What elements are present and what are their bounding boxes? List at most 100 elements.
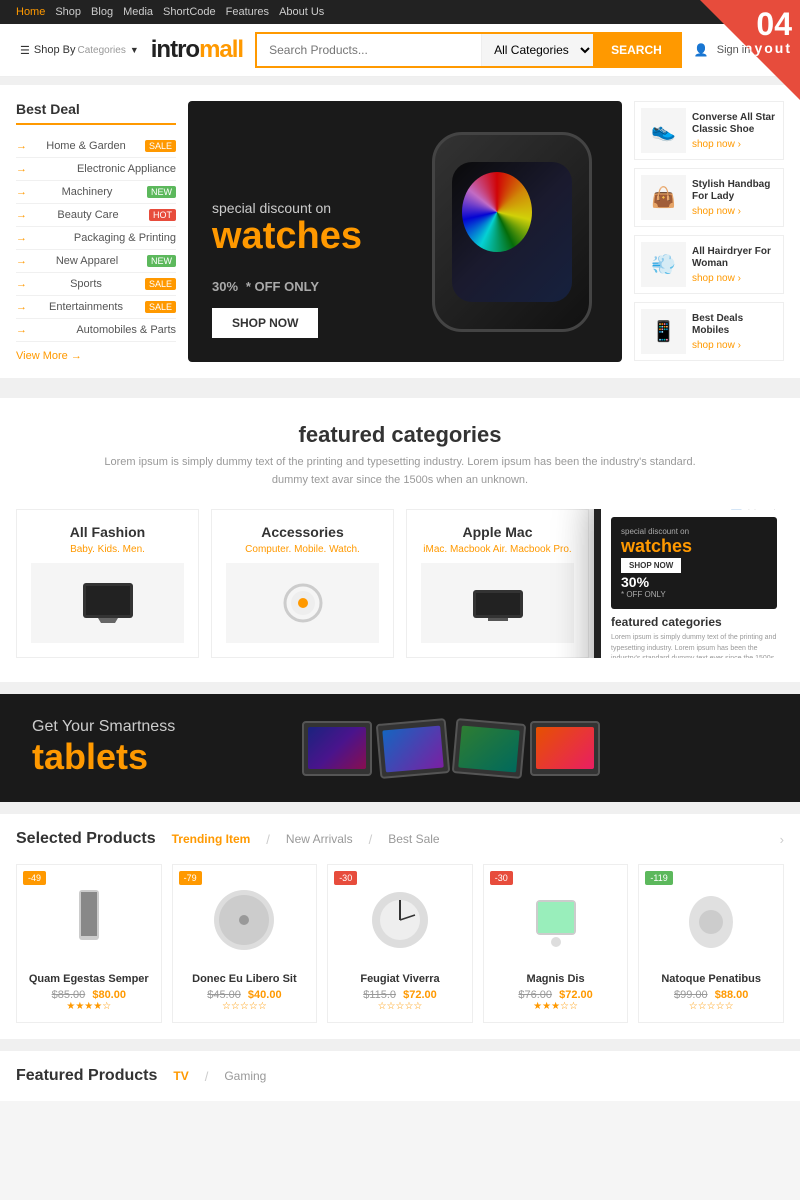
sidebar-badge: SALE [145, 301, 176, 313]
hero-title: watches [212, 216, 362, 258]
sidebar-item[interactable]: →Beauty CareHOT [16, 204, 176, 227]
sidebar-item[interactable]: →MachineryNEW [16, 181, 176, 204]
sidebar-item[interactable]: →Electronic Appliance [16, 158, 176, 181]
product-image [338, 875, 462, 965]
tab-tv[interactable]: TV [173, 1069, 188, 1083]
sidebar-item[interactable]: →Packaging & Printing [16, 227, 176, 250]
tab-gaming[interactable]: Gaming [224, 1069, 266, 1083]
category-select[interactable]: All Categories [481, 34, 593, 66]
phone-banner-small: special discount on [621, 527, 767, 536]
product-stars: ☆☆☆☆☆ [183, 1001, 307, 1012]
nav-home[interactable]: Home [16, 6, 45, 18]
sidebar-item[interactable]: →SportsSALE [16, 273, 176, 296]
nav-shortcode[interactable]: ShortCode [163, 6, 216, 18]
phone-featured-title: featured categories [611, 615, 777, 629]
search-bar: All Categories SEARCH [255, 32, 682, 68]
category-card[interactable]: All Fashion Baby. Kids. Men. [16, 509, 199, 658]
product-name: Feugiat Viverra [338, 973, 462, 985]
hero-product-image: 👜 [641, 175, 686, 220]
nav-blog[interactable]: Blog [91, 6, 113, 18]
sidebar-arrow: → [16, 186, 27, 198]
product-price: $99.00 $88.00 [649, 989, 773, 1001]
search-button[interactable]: SEARCH [593, 34, 680, 66]
product-card[interactable]: -30 Feugiat Viverra $115.0 $72.00 ☆☆☆☆☆ [327, 864, 473, 1023]
tab-best-sale[interactable]: Best Sale [388, 832, 439, 846]
sidebar-arrow: → [16, 140, 27, 152]
hero-product-link[interactable]: shop now › [692, 206, 777, 217]
product-name: Natoque Penatibus [649, 973, 773, 985]
search-input[interactable] [257, 34, 481, 66]
tab-trending[interactable]: Trending Item [172, 832, 251, 846]
hero-banner-content: special discount on watches 30% * OFF ON… [188, 176, 386, 362]
hero-product-item[interactable]: 👟 Converse All Star Classic Shoe shop no… [634, 101, 784, 160]
sidebar-arrow: → [16, 255, 27, 267]
featured-products-header: Featured Products TV / Gaming [16, 1067, 784, 1085]
new-price: $40.00 [248, 989, 282, 1001]
product-card[interactable]: -49 Quam Egestas Semper $85.00 $80.00 ★★… [16, 864, 162, 1023]
hero-product-image: 👟 [641, 108, 686, 153]
hero-product-item[interactable]: 📱 Best Deals Mobiles shop now › [634, 302, 784, 361]
old-price: $85.00 [52, 989, 86, 1001]
new-price: $88.00 [715, 989, 749, 1001]
chevron-down-icon: ▼ [130, 45, 139, 55]
layout-text: Layout [734, 40, 792, 56]
sidebar-item-label: Entertainments [49, 301, 123, 313]
new-price: $80.00 [92, 989, 126, 1001]
header: ☰ Shop By Categories ▼ intromall All Cat… [0, 24, 800, 77]
hero-product-info: Best Deals Mobiles shop now › [692, 313, 777, 351]
shop-by-button[interactable]: ☰ Shop By Categories ▼ [16, 44, 139, 57]
menu-icon: ☰ [20, 44, 30, 57]
layout-number: 04 [756, 8, 792, 40]
hero-product-link[interactable]: shop now › [692, 139, 777, 150]
phone-shop-now[interactable]: SHOP NOW [621, 558, 681, 573]
product-badge: -119 [645, 871, 672, 885]
old-price: $99.00 [674, 989, 708, 1001]
category-card[interactable]: Apple Mac iMac. Macbook Air. Macbook Pro… [406, 509, 589, 658]
product-card[interactable]: -79 Donec Eu Libero Sit $45.00 $40.00 ☆☆… [172, 864, 318, 1023]
top-nav-links[interactable]: Home Shop Blog Media ShortCode Features About … [16, 6, 334, 18]
sidebar-badge: NEW [147, 186, 176, 198]
hero-banner: special discount on watches 30% * OFF ON… [188, 101, 622, 362]
product-card[interactable]: -30 Magnis Dis $76.00 $72.00 ★★★☆☆ [483, 864, 629, 1023]
hero-product-image: 💨 [641, 242, 686, 287]
sidebar-item[interactable]: → Entertainments SALE [16, 296, 176, 319]
nav-shop[interactable]: Shop [55, 6, 81, 18]
featured-products-title: Featured Products [16, 1067, 157, 1085]
sidebar-item[interactable]: →New ApparelNEW [16, 250, 176, 273]
sidebar-arrow: → [16, 301, 27, 313]
featured-categories-title: featured categories [16, 422, 784, 448]
nav-about-us[interactable]: About Us [279, 6, 324, 18]
nav-features[interactable]: Features [226, 6, 269, 18]
nav-media[interactable]: Media [123, 6, 153, 18]
hero-product-link[interactable]: shop now › [692, 340, 777, 351]
sidebar-item[interactable]: →Automobiles & Parts [16, 319, 176, 342]
product-price: $115.0 $72.00 [338, 989, 462, 1001]
sidebar-arrow: → [16, 324, 27, 336]
hero-product-info: Converse All Star Classic Shoe shop now … [692, 112, 777, 150]
phone-discount: 30% [621, 574, 767, 590]
sidebar-arrow: → [16, 163, 27, 175]
product-image [494, 875, 618, 965]
next-arrow[interactable]: › [780, 832, 784, 847]
old-price: $45.00 [207, 989, 241, 1001]
hero-product-link[interactable]: shop now › [692, 273, 777, 284]
old-price: $115.0 [363, 989, 396, 1001]
category-card[interactable]: Accessories Computer. Mobile. Watch. [211, 509, 394, 658]
product-price: $45.00 $40.00 [183, 989, 307, 1001]
tab-new-arrivals[interactable]: New Arrivals [286, 832, 353, 846]
sidebar-item[interactable]: →Home & GardenSALE [16, 135, 176, 158]
phone-featured-sub: Lorem ipsum is simply dummy text of the … [611, 633, 777, 658]
view-more-link[interactable]: View More → [16, 350, 176, 362]
sidebar-badge: SALE [145, 278, 176, 290]
tablet-banner: Get Your Smartness tablets [0, 694, 800, 802]
product-image [649, 875, 773, 965]
product-badge: -49 [23, 871, 46, 885]
product-price: $76.00 $72.00 [494, 989, 618, 1001]
site-logo[interactable]: intromall [151, 36, 243, 64]
category-sub: Computer. Mobile. Watch. [226, 544, 379, 555]
product-card[interactable]: -119 Natoque Penatibus $99.00 $88.00 ☆☆☆… [638, 864, 784, 1023]
shop-now-button[interactable]: SHOP NOW [212, 308, 318, 338]
hero-product-item[interactable]: 👜 Stylish Handbag For Lady shop now › [634, 168, 784, 227]
product-image [183, 875, 307, 965]
hero-product-item[interactable]: 💨 All Hairdryer For Woman shop now › [634, 235, 784, 294]
